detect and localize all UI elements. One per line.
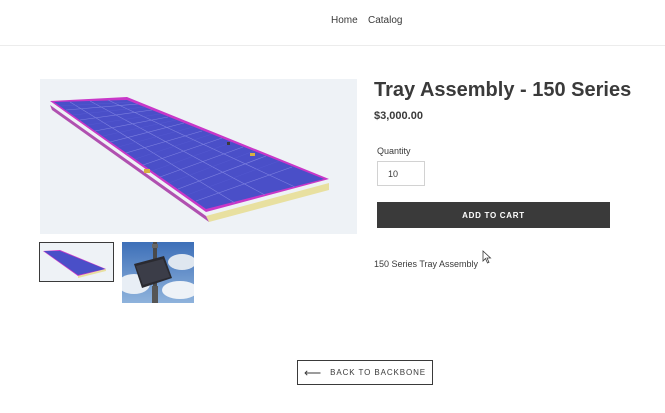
quantity-input[interactable] bbox=[377, 161, 425, 186]
product-description: 150 Series Tray Assembly bbox=[374, 259, 479, 269]
product-title: Tray Assembly - 150 Series bbox=[374, 79, 632, 101]
product-main-image[interactable] bbox=[40, 79, 357, 234]
back-to-backbone-button[interactable]: ⟵ BACK TO BACKBONE bbox=[297, 360, 433, 385]
top-navigation: Home Catalog bbox=[0, 0, 665, 46]
nav-link-home[interactable]: Home bbox=[331, 15, 358, 26]
product-thumbnail-installed[interactable] bbox=[122, 242, 194, 303]
product-price: $3,000.00 bbox=[374, 110, 423, 122]
mouse-cursor-icon bbox=[482, 250, 492, 269]
add-to-cart-button[interactable]: ADD TO CART bbox=[377, 202, 610, 228]
product-thumbnail-tray[interactable] bbox=[39, 242, 114, 282]
back-button-label: BACK TO BACKBONE bbox=[330, 368, 427, 377]
nav-link-catalog[interactable]: Catalog bbox=[368, 15, 402, 26]
arrow-left-icon: ⟵ bbox=[303, 365, 323, 380]
quantity-label: Quantity bbox=[377, 146, 411, 156]
